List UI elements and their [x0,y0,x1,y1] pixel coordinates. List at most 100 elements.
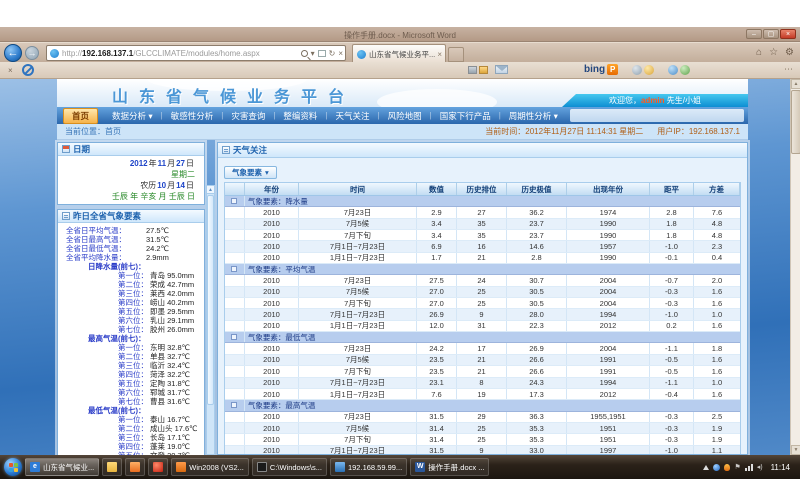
taskbar-window-button-2[interactable] [125,458,145,476]
bing-rewards-icon[interactable]: P [607,64,618,75]
browser-scrollbar-thumb[interactable] [791,90,800,154]
table-column-header[interactable]: 出现年份 [567,183,650,195]
mail-icon[interactable] [495,65,508,74]
forward-button[interactable]: → [25,46,39,60]
scroll-down-icon[interactable]: ▼ [791,445,800,455]
rank-station-value: 蓬莱 19.0℃ [150,442,190,451]
more-options-icon[interactable]: ⋯ [784,64,794,75]
table-data-row[interactable]: 20107月1日~7月23日23.1824.31994-1.11.0 [225,378,740,389]
nav-item-0[interactable]: 首页 [63,108,98,124]
taskbar-window-button-4[interactable]: Win2008 (VS2... [171,458,249,476]
addon-coins-icon[interactable] [632,65,654,75]
table-group-row[interactable]: 气象要素：降水量 [225,196,740,207]
bing-toolbar[interactable]: bing P [584,64,618,75]
table-column-header[interactable]: 年份 [245,183,299,195]
table-data-row[interactable]: 20107月5候23.52126.61991-0.51.6 [225,355,740,366]
maximize-button[interactable]: ▢ [763,29,779,39]
table-data-row[interactable]: 20107月23日27.52430.72004-0.72.0 [225,275,740,286]
table-column-header[interactable]: 历史排位 [457,183,507,195]
search-icon[interactable] [301,50,308,57]
tab-close-icon[interactable]: × [437,50,442,59]
stop-icon[interactable]: × [338,49,343,58]
settings-gear-icon[interactable]: ⚙ [785,47,794,58]
minimize-button[interactable]: – [746,29,762,39]
nav-item-2[interactable]: 敏感性分析 [163,109,222,123]
table-data-row[interactable]: 20107月23日31.52936.31955,1951-0.32.5 [225,412,740,423]
table-data-row[interactable]: 20107月23日24.21726.92004-1.11.8 [225,343,740,354]
taskbar-window-button-0[interactable]: e山东省气候业... [25,458,99,476]
table-column-header[interactable]: 时间 [299,183,417,195]
content-scrollbar[interactable]: ▲ [206,185,215,455]
bluetooth-icon[interactable] [713,464,720,471]
table-cell: 1.8 [650,219,694,229]
sidebar-close-icon[interactable]: × [8,66,13,75]
element-selector-button[interactable]: 气象要素▾ [224,166,277,179]
home-icon[interactable]: ⌂ [756,47,762,58]
back-button[interactable]: ← [4,44,22,62]
table-data-row[interactable]: 20107月下旬23.52126.61991-0.51.6 [225,366,740,377]
search-dropdown-icon[interactable]: ▾ [311,49,315,58]
address-bar[interactable]: http://192.168.137.1/GLCCLIMATE/modules/… [46,45,346,61]
close-button[interactable]: × [780,29,796,39]
table-cell: 2010 [245,298,299,308]
row-gutter [225,275,245,285]
table-data-row[interactable]: 20107月下旬3.43523.719901.84.8 [225,230,740,241]
browser-tab[interactable]: 山东省气候业务平... × [352,44,446,63]
table-column-header[interactable]: 方差 [694,183,740,195]
table-data-row[interactable]: 20107月1日~7月23日31.5933.01997-1.01.1 [225,446,740,454]
table-data-row[interactable]: 20107月1日~7月23日26.9928.01994-1.01.0 [225,309,740,320]
taskbar-window-button-7[interactable]: W操作手册.docx ... [410,458,489,476]
browser-scrollbar[interactable]: ▲ ▼ [790,79,800,455]
start-button[interactable] [4,458,22,476]
volume-icon[interactable]: ◂) [757,463,763,471]
table-cell: -1.1 [650,378,694,388]
taskbar-window-button-1[interactable] [102,458,122,476]
table-group-row[interactable]: 气象要素：最高气温 [225,400,740,411]
expand-box-icon[interactable] [231,402,237,408]
expand-box-icon[interactable] [231,334,237,340]
nav-item-3[interactable]: 灾害查询 [223,109,273,123]
flag-icon[interactable]: ⚑ [734,463,740,471]
table-data-row[interactable]: 20107月下旬27.02530.52004-0.31.6 [225,298,740,309]
addon-cards-icon[interactable] [468,66,488,74]
table-data-row[interactable]: 20107月下旬31.42535.31951-0.31.9 [225,434,740,445]
nav-item-8[interactable]: 周期性分析 ▾ [501,109,566,123]
table-data-row[interactable]: 20107月1日~7月23日6.91614.61957-1.02.3 [225,241,740,252]
taskbar-window-button-3[interactable] [148,458,168,476]
table-data-row[interactable]: 20101月1日~7月23日1.7212.81990-0.10.4 [225,253,740,264]
table-group-row[interactable]: 气象要素：最低气温 [225,332,740,343]
table-data-row[interactable]: 20101月1日~7月23日7.61917.32012-0.41.6 [225,389,740,400]
blocked-icon[interactable] [22,64,34,76]
scroll-up-icon[interactable]: ▲ [791,79,800,89]
nav-item-7[interactable]: 国家下行产品 [432,109,499,123]
show-hidden-icons-icon[interactable] [703,465,709,470]
nav-item-4[interactable]: 整编资料 [275,109,325,123]
addon-share-icon[interactable] [668,65,690,75]
taskbar-window-button-5[interactable]: C:\Windows\s... [252,458,327,476]
refresh-icon[interactable]: ↻ [329,49,336,58]
table-column-header[interactable]: 数值 [417,183,457,195]
security-icon[interactable] [724,464,730,471]
network-icon[interactable] [745,464,753,471]
table-group-row[interactable]: 气象要素：平均气温 [225,264,740,275]
nav-item-5[interactable]: 天气关注 [328,109,378,123]
table-column-header[interactable]: 距平 [650,183,694,195]
nav-item-6[interactable]: 风险地图 [380,109,430,123]
compatibility-view-icon[interactable] [318,50,326,57]
content-scrollbar-thumb[interactable] [207,195,214,405]
new-tab-button[interactable] [448,47,464,62]
expand-box-icon[interactable] [231,266,237,272]
taskbar-window-button-6[interactable]: 192.168.59.99... [330,458,407,476]
taskbar-clock[interactable]: 11:14 [771,463,790,472]
table-data-row[interactable]: 20101月1日~7月23日12.03122.320120.21.6 [225,321,740,332]
table-data-row[interactable]: 20107月5候3.43523.719901.84.8 [225,219,740,230]
nav-item-1[interactable]: 数据分析 ▾ [104,109,161,123]
expand-box-icon[interactable] [231,198,237,204]
favorites-star-icon[interactable]: ☆ [769,47,778,58]
table-data-row[interactable]: 20107月23日2.92736.219742.87.6 [225,207,740,218]
table-data-row[interactable]: 20107月5候27.02530.52004-0.31.6 [225,287,740,298]
table-column-header[interactable]: 历史极值 [507,183,567,195]
bing-logo[interactable]: bing [584,64,605,75]
table-data-row[interactable]: 20107月5候31.42535.31951-0.31.9 [225,423,740,434]
rank-row: 第一位：泰山 16.7℃ [118,415,202,424]
